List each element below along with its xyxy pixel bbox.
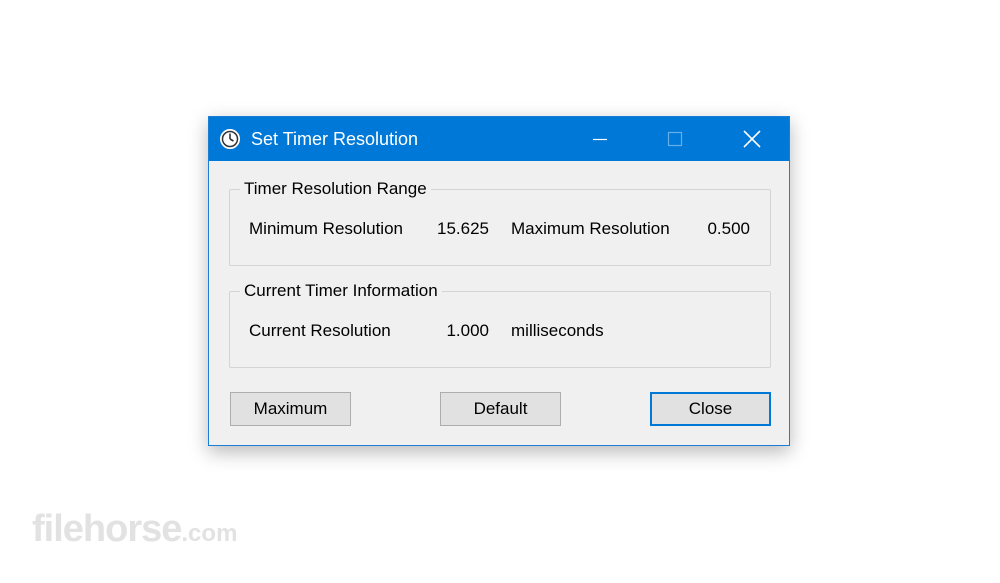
close-icon xyxy=(743,130,761,148)
minimize-button[interactable] xyxy=(577,117,623,161)
maximum-button[interactable]: Maximum xyxy=(230,392,351,426)
current-resolution-value: 1.000 xyxy=(446,321,489,340)
default-button[interactable]: Default xyxy=(440,392,561,426)
filehorse-watermark: filehorse.com xyxy=(32,507,237,556)
maximize-icon xyxy=(667,131,683,147)
minimize-icon xyxy=(593,138,607,141)
window-title: Set Timer Resolution xyxy=(251,129,419,149)
maximize-button[interactable] xyxy=(652,117,698,161)
close-button[interactable]: Close xyxy=(650,392,771,426)
current-timer-information-group: Current Timer Information Current Resolu… xyxy=(229,280,771,368)
maximum-resolution-value: 0.500 xyxy=(707,219,750,238)
close-window-button[interactable] xyxy=(729,117,775,161)
clock-icon xyxy=(220,129,240,149)
timer-resolution-range-group: Timer Resolution Range Minimum Resolutio… xyxy=(229,178,771,266)
resolution-unit-label: milliseconds xyxy=(511,321,604,340)
minimum-resolution-value: 15.625 xyxy=(437,219,489,238)
watermark-brand: filehorse xyxy=(32,508,182,550)
maximum-resolution-label: Maximum Resolution xyxy=(511,219,670,238)
range-group-legend: Timer Resolution Range xyxy=(240,178,431,200)
title-bar[interactable]: Set Timer Resolution xyxy=(209,117,789,161)
current-resolution-label: Current Resolution xyxy=(249,321,391,340)
current-group-legend: Current Timer Information xyxy=(240,280,442,302)
minimum-resolution-label: Minimum Resolution xyxy=(249,219,403,238)
watermark-suffix: .com xyxy=(181,520,238,547)
set-timer-resolution-window: Set Timer Resolution Timer Resolution Ra… xyxy=(208,116,790,446)
